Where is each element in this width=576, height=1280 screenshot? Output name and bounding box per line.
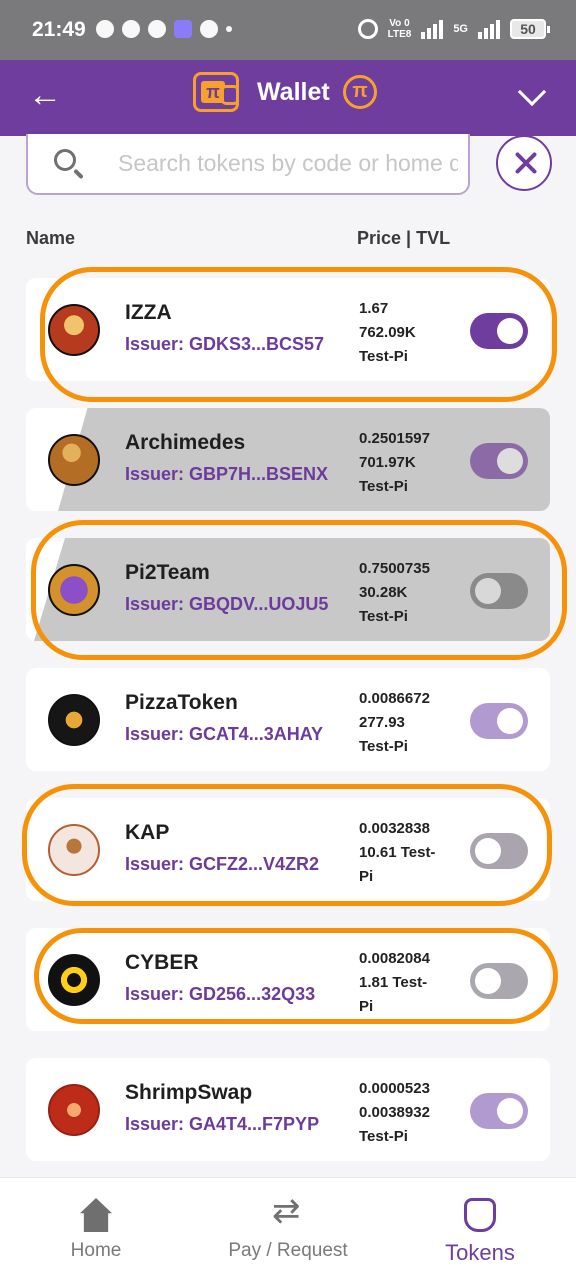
token-card-shrimpswap[interactable]: ShrimpSwap Issuer: GA4T4...F7PYP 0.00005… [26,1058,550,1161]
token-issuer: Issuer: GD256...32Q33 [125,984,316,1004]
more-notifications-icon [226,26,232,32]
token-card-kap[interactable]: KAP Issuer: GCFZ2...V4ZR2 0.0032838 10.61… [26,798,550,901]
izza-logo [48,304,100,356]
token-price-tvl: 1.67 762.09K Test-Pi [359,300,416,365]
nav-home[interactable]: Home [26,1198,166,1262]
search-input[interactable] [118,146,458,180]
tools-icon[interactable] [496,135,552,191]
token-price-tvl: 0.2501597 701.97K Test-Pi [359,430,430,495]
nav-label: Home [70,1240,122,1261]
archimedes-logo [48,434,100,486]
token-name: CYBER [125,951,199,974]
token-price-tvl: 0.0082084 1.81 Test- Pi [359,950,430,1015]
token-toggle[interactable] [470,573,528,609]
token-price-tvl: 0.0032838 10.61 Test- Pi [359,820,436,885]
token-name: ShrimpSwap [125,1081,253,1104]
name-column-header: Name [26,228,76,248]
token-toggle[interactable] [470,443,528,479]
token-issuer: Issuer: GCFZ2...V4ZR2 [125,854,320,874]
phone-icon [200,20,218,38]
token-toggle[interactable] [470,963,528,999]
network-label: Vo 0 LTE8 [387,18,412,40]
token-toggle[interactable] [470,703,528,739]
status-time: 21:49 [32,18,86,41]
app-icon-2 [122,20,140,38]
token-card-cyber[interactable]: CYBER Issuer: GD256...32Q33 0.0082084 1.8… [26,928,550,1031]
kap-logo [48,824,100,876]
notification-icons [96,20,232,38]
token-card-pi2team[interactable]: Pi2Team Issuer: GBQDV...UOJU5 0.7500735 3… [26,538,550,641]
nav-pay-request[interactable]: Pay / Request [218,1191,358,1262]
token-name: Archimedes [125,431,246,454]
toggle-knob [497,1098,523,1124]
token-issuer: Issuer: GDKS3...BCS57 [125,334,325,354]
pi-bag-icon [464,1198,496,1232]
app-icon-4 [174,20,192,38]
toggle-knob [475,968,501,994]
token-card-izza[interactable]: IZZA Issuer: GDKS3...BCS57 1.67 762.09K Te… [26,278,550,381]
wallet-icon [193,72,239,112]
token-issuer: Issuer: GA4T4...F7PYP [125,1114,320,1134]
alarm-icon [357,19,378,39]
token-toggle[interactable] [470,833,528,869]
bottom-navigation: Home Pay / Request Tokens [0,1177,576,1280]
toggle-knob [497,448,523,474]
token-name: PizzaToken [125,691,238,714]
swap-icon [272,1191,304,1232]
app-icon-3 [148,20,166,38]
token-price-tvl: 0.7500735 30.28K Test-Pi [359,560,430,625]
chevron-down-icon[interactable] [517,77,547,107]
token-price-tvl: 0.0086672 277.93 Test-Pi [359,690,430,755]
price-tvl-column-header: Price | TVL [357,228,451,248]
5g-label: 5G [453,23,468,35]
toggle-knob [497,708,523,734]
nav-label: Tokens [445,1240,515,1265]
app-icon-1 [96,20,114,38]
nav-tokens[interactable]: Tokens [410,1198,550,1266]
token-name: KAP [125,821,170,844]
token-list-screen: Name Price | TVL IZZA Issuer: GDKS3...BC… [0,134,576,1177]
page-title: Wallet [257,78,330,106]
pi-icon: π [343,75,377,109]
token-search-box[interactable] [26,134,470,195]
token-name: IZZA [125,301,172,324]
token-card-archimedes[interactable]: Archimedes Issuer: GBP7H...BSENX 0.25015… [26,408,550,511]
toggle-knob [475,838,501,864]
token-toggle[interactable] [470,313,528,349]
status-bar: 21:49 Vo 0 LTE8 5G 50 [0,0,576,60]
app-bar: ← Wallet π [0,60,576,136]
token-issuer: Issuer: GBQDV...UOJU5 [125,594,329,614]
pizzatoken-logo [48,694,100,746]
toggle-knob [475,578,501,604]
shrimpswap-logo [48,1084,100,1136]
token-toggle[interactable] [470,1093,528,1129]
home-icon [80,1198,112,1232]
token-price-tvl: 0.0000523 0.0038932 Test-Pi [359,1080,430,1145]
signal-icon [421,19,444,39]
back-button[interactable]: ← [28,78,62,112]
nav-label: Pay / Request [228,1240,348,1261]
pi2team-logo [48,564,100,616]
toggle-knob [497,318,523,344]
token-issuer: Issuer: GBP7H...BSENX [125,464,329,484]
token-card-pizzatoken[interactable]: PizzaToken Issuer: GCAT4...3AHAY 0.00866… [26,668,550,771]
5g-signal-icon [478,19,500,39]
token-name: Pi2Team [125,561,210,584]
token-issuer: Issuer: GCAT4...3AHAY [125,724,324,744]
battery-indicator: 50 [510,19,550,39]
system-indicators: Vo 0 LTE8 5G 50 [357,18,550,40]
cyber-logo [48,954,100,1006]
search-icon [54,149,76,171]
